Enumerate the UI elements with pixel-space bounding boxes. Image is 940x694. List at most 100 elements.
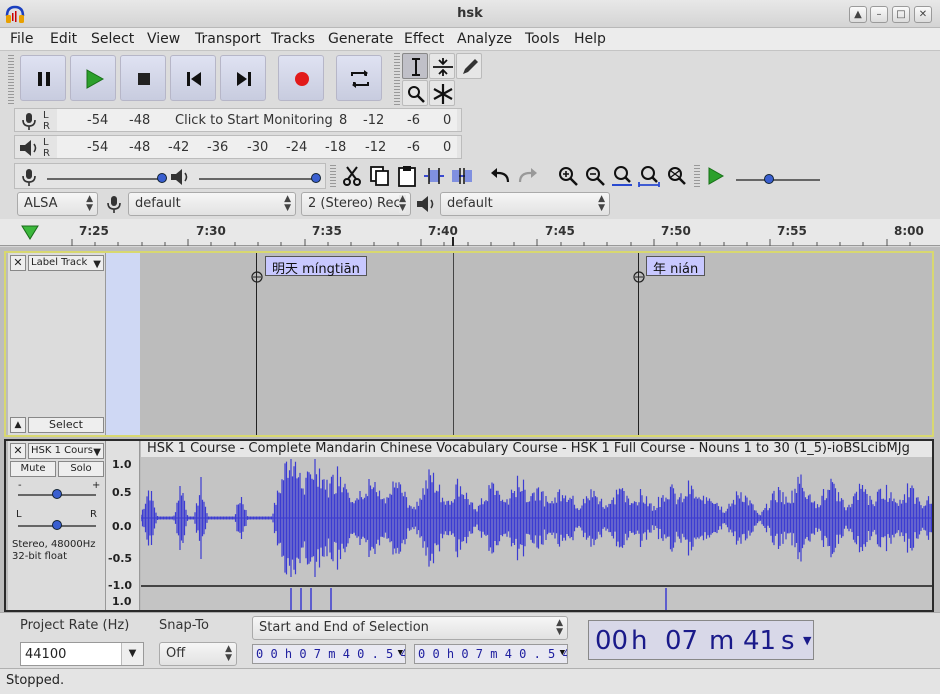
tools-toolbar-grip[interactable]: [394, 53, 400, 105]
zoom-out-icon[interactable]: [583, 164, 607, 188]
play-speed-slider[interactable]: [736, 179, 820, 181]
speaker-icon: [20, 140, 37, 156]
scale-label: -1.0: [108, 579, 133, 592]
microphone-icon: [22, 169, 36, 186]
label-text[interactable]: 明天 míngtiān: [265, 256, 367, 277]
menu-view[interactable]: View: [147, 31, 180, 47]
undo-icon[interactable]: [488, 164, 512, 188]
play-button[interactable]: [70, 55, 116, 101]
window-maximize-button[interactable]: □: [892, 6, 910, 23]
loop-button[interactable]: [336, 55, 382, 101]
close-icon: ✕: [13, 256, 23, 269]
time-h-unit: h: [631, 626, 648, 656]
multi-tool[interactable]: [429, 80, 455, 106]
playback-volume-slider[interactable]: [199, 178, 317, 180]
redo-icon[interactable]: [516, 164, 540, 188]
pan-slider-thumb[interactable]: [52, 520, 62, 530]
record-meter-scale[interactable]: -54 -48 Click to Start Monitoring 8 -12 …: [57, 109, 457, 131]
window-shade-button[interactable]: ▲: [849, 6, 867, 23]
silence-audio-icon[interactable]: [450, 164, 474, 188]
recording-device-select[interactable]: default ▲ ▼: [128, 192, 296, 216]
label-text[interactable]: 年 nián: [646, 256, 706, 277]
playback-device-select[interactable]: default ▲ ▼: [440, 192, 610, 216]
label-track-control-panel[interactable]: ✕ Label Track ▼ ▲ Select: [8, 253, 106, 435]
audio-track-control-panel[interactable]: ✕ HSK 1 Cours ▼ Mute Solo - + L R Stereo,…: [8, 441, 106, 610]
zoom-in-icon[interactable]: [556, 164, 580, 188]
stop-button[interactable]: [120, 55, 166, 101]
track-menu-button[interactable]: Label Track ▼: [28, 255, 104, 271]
playback-volume-thumb[interactable]: [311, 173, 321, 183]
selection-start-time[interactable]: 0 0 h 0 7 m 4 0 . 5 4 2 s▼: [252, 644, 406, 664]
start-monitoring-prompt[interactable]: Click to Start Monitoring: [175, 113, 333, 128]
collapse-track-button[interactable]: ▲: [10, 417, 26, 433]
timeline-ruler[interactable]: 7:25 7:30 7:35 7:40 7:45 7:50 7:55 8:00: [0, 219, 940, 246]
menu-generate[interactable]: Generate: [328, 31, 393, 47]
zoom-toggle-icon[interactable]: [664, 164, 688, 188]
meter-tick: -6: [407, 113, 420, 128]
dropdown-arrow-icon: ▼: [93, 259, 101, 270]
label-track[interactable]: ✕ Label Track ▼ ▲ Select 明天 míngtiān 年 ni…: [4, 251, 934, 437]
record-meter[interactable]: LR -54 -48 Click to Start Monitoring 8 -…: [14, 108, 462, 132]
fit-selection-icon[interactable]: [610, 164, 634, 188]
paste-icon[interactable]: [395, 164, 419, 188]
play-at-speed-icon[interactable]: [704, 165, 726, 187]
cut-icon[interactable]: [340, 164, 364, 188]
playback-meter-scale[interactable]: -54 -48 -42 -36 -30 -24 -18 -12 -6 0: [57, 136, 457, 158]
gain-slider-thumb[interactable]: [52, 489, 62, 499]
audio-host-select[interactable]: ALSA ▲ ▼: [17, 192, 98, 216]
time-m-unit: m: [709, 626, 735, 656]
draw-tool[interactable]: [456, 53, 482, 79]
skip-to-end-button[interactable]: [220, 55, 266, 101]
project-rate-combo[interactable]: 44100 ▼: [20, 642, 144, 666]
snap-to-select[interactable]: Off ▲ ▼: [159, 642, 237, 666]
close-track-button[interactable]: ✕: [10, 443, 26, 459]
label-handle-icon[interactable]: [250, 269, 264, 285]
playback-meter-lr: LR: [43, 137, 50, 159]
pause-button[interactable]: [20, 55, 66, 101]
skip-end-icon: [237, 72, 251, 86]
recording-volume-thumb[interactable]: [157, 173, 167, 183]
recording-volume-slider[interactable]: [47, 178, 163, 180]
mute-button[interactable]: Mute: [10, 461, 56, 477]
zoom-tool[interactable]: [402, 80, 428, 106]
menu-tracks[interactable]: Tracks: [271, 31, 315, 47]
menu-analyze[interactable]: Analyze: [457, 31, 512, 47]
transport-toolbar-grip[interactable]: [8, 55, 14, 105]
selection-end-time[interactable]: 0 0 h 0 7 m 4 0 . 5 4 2 s▼: [414, 644, 568, 664]
audio-position-display[interactable]: 00 h 07 m 41 s ▼: [588, 620, 814, 660]
solo-button[interactable]: Solo: [58, 461, 104, 477]
trim-audio-icon[interactable]: [422, 164, 446, 188]
waveform[interactable]: [141, 457, 934, 612]
envelope-tool[interactable]: [429, 53, 455, 79]
menu-select[interactable]: Select: [91, 31, 134, 47]
menu-edit[interactable]: Edit: [50, 31, 77, 47]
menu-effect[interactable]: Effect: [404, 31, 444, 47]
menu-help[interactable]: Help: [574, 31, 606, 47]
dropdown-arrow-icon[interactable]: ▼: [803, 621, 811, 659]
skip-to-start-button[interactable]: [170, 55, 216, 101]
edit-toolbar-grip[interactable]: [330, 165, 336, 187]
track-menu-button[interactable]: HSK 1 Cours ▼: [28, 443, 104, 459]
copy-icon[interactable]: [368, 164, 392, 188]
i-beam-icon: [412, 58, 420, 76]
menu-tools[interactable]: Tools: [525, 31, 560, 47]
dropdown-arrow-icon[interactable]: ▼: [121, 643, 143, 665]
play-speed-thumb[interactable]: [764, 174, 774, 184]
recording-channels-select[interactable]: 2 (Stereo) Rec ▲ ▼: [301, 192, 411, 216]
playback-meter[interactable]: LR -54 -48 -42 -36 -30 -24 -18 -12 -6 0: [14, 135, 462, 159]
audio-track[interactable]: ✕ HSK 1 Cours ▼ Mute Solo - + L R Stereo,…: [4, 439, 934, 612]
vertical-scale[interactable]: 1.0 0.5 0.0 -0.5 -1.0 1.0: [106, 441, 140, 610]
record-button[interactable]: [278, 55, 324, 101]
clip-title[interactable]: HSK 1 Course - Complete Mandarin Chinese…: [141, 441, 932, 457]
label-handle-icon[interactable]: [632, 269, 646, 285]
fit-project-icon[interactable]: [637, 164, 661, 188]
close-track-button[interactable]: ✕: [10, 255, 26, 271]
selection-tool[interactable]: [402, 53, 428, 79]
menu-file[interactable]: File: [10, 31, 33, 47]
window-close-button[interactable]: ✕: [914, 6, 932, 23]
select-track-button[interactable]: Select: [28, 417, 104, 433]
selection-mode-select[interactable]: Start and End of Selection ▲ ▼: [252, 616, 568, 640]
play-at-speed-grip[interactable]: [694, 165, 700, 187]
menu-transport[interactable]: Transport: [195, 31, 261, 47]
window-minimize-button[interactable]: –: [870, 6, 888, 23]
